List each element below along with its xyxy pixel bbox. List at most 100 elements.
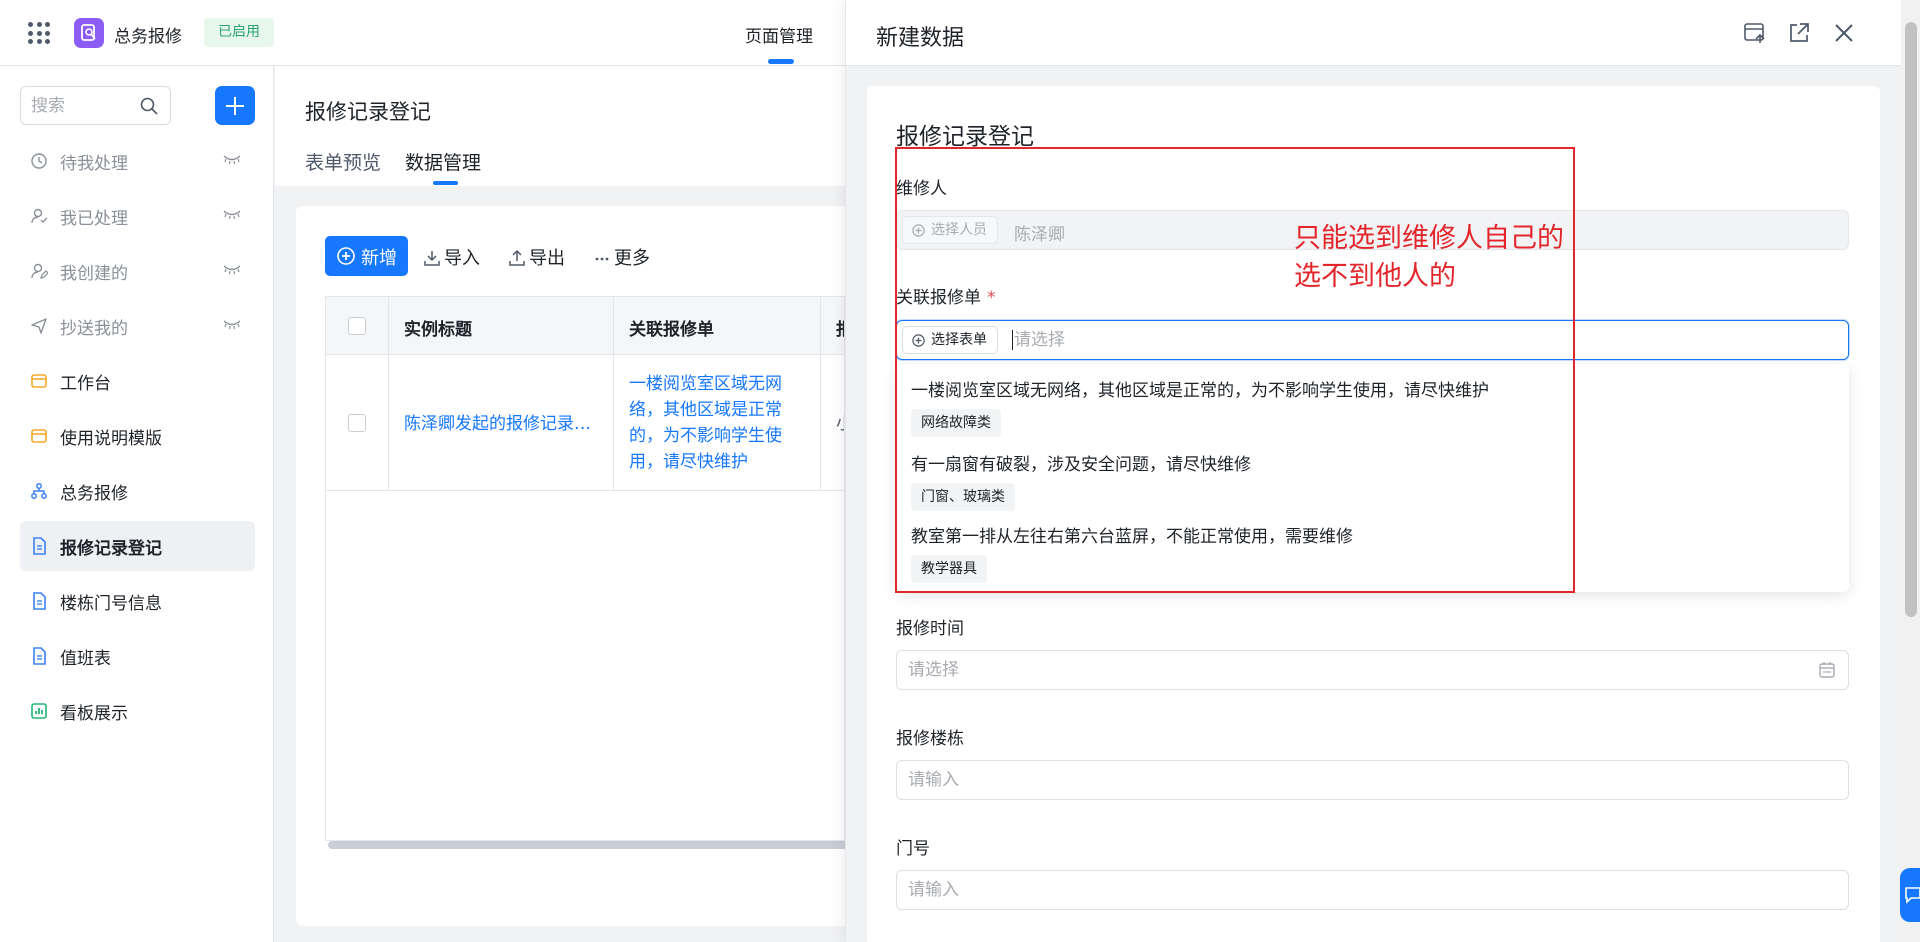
column-header-related-order[interactable]: 关联报修单 [629,315,714,340]
column-header-title[interactable]: 实例标题 [404,315,472,340]
building-label: 报修楼栋 [896,729,964,749]
horizontal-scrollbar[interactable] [328,841,848,849]
form-icon [33,647,46,665]
new-button-label: 新增 [361,248,397,269]
sidebar-item-label: 看板展示 [60,704,128,724]
table-cell-title[interactable]: 陈泽卿发起的报修记录登记 [404,409,602,434]
vertical-scrollbar[interactable] [1905,22,1917,617]
hidden-eye-icon[interactable] [223,264,241,274]
building-field[interactable] [896,760,1849,800]
row-divider [326,490,844,491]
search-input[interactable] [31,96,141,116]
hidden-eye-icon[interactable] [223,154,241,164]
ellipsis-icon [595,257,609,261]
page-title: 报修记录登记 [305,100,431,124]
door-label: 门号 [896,839,930,859]
sidebar-item-general-repair[interactable]: 总务报修 [20,466,255,516]
row-checkbox[interactable] [348,414,366,432]
tab-page-management[interactable]: 页面管理 [745,22,813,47]
sidebar-item-label: 值班表 [60,649,111,669]
sidebar-item-handled[interactable]: 我已处理 [20,191,255,241]
tab-data-management[interactable]: 数据管理 [405,148,481,175]
sidebar-item-repair-record[interactable]: 报修记录登记 [20,521,255,571]
active-tab-indicator [433,181,458,185]
workspace-icon [31,374,47,388]
folder-icon [31,429,47,443]
column-header-clipped[interactable]: 报 [836,315,844,340]
sidebar: 待我处理 我已处理 我创建的 抄送我的 工作台 使用说明模版 总务报修 报修记录… [0,66,274,942]
plus-circle-icon [337,247,355,265]
open-external-icon[interactable] [1786,20,1812,46]
sidebar-item-workspace[interactable]: 工作台 [20,356,255,406]
chat-float-button[interactable] [1900,868,1920,922]
sidebar-item-pending[interactable]: 待我处理 [20,136,255,186]
status-badge: 已启用 [204,18,274,47]
hidden-eye-icon[interactable] [223,209,241,219]
sidebar-search[interactable] [20,86,171,125]
sidebar-item-label: 使用说明模版 [60,429,162,449]
sidebar-item-cc[interactable]: 抄送我的 [20,301,255,351]
sidebar-item-label: 总务报修 [60,484,128,504]
repair-time-label: 报修时间 [896,619,964,639]
door-field[interactable] [896,870,1849,910]
clock-icon [31,153,47,169]
flow-icon [31,483,47,499]
import-button[interactable]: 导入 [424,244,480,270]
save-draft-icon[interactable] [1742,20,1768,46]
sidebar-item-label: 待我处理 [60,154,128,174]
annotation-line: 选不到他人的 [1294,261,1456,292]
send-icon [31,318,47,334]
data-table: 实例标题 关联报修单 报 陈泽卿发起的报修记录登记 一楼阅览室区域无网络，其他区… [325,296,845,841]
hidden-eye-icon[interactable] [223,319,241,329]
sidebar-item-label: 楼栋门号信息 [60,594,162,614]
table-cell-related-order[interactable]: 一楼阅览室区域无网络，其他区域是正常的，为不影响学生使用，请尽快维护 [629,371,799,475]
user-edit-icon [31,263,48,279]
building-input[interactable] [908,770,1788,790]
column-divider [613,297,614,491]
sidebar-item-label: 抄送我的 [60,319,128,339]
annotation-text: 只能选到维修人自己的 选不到他人的 [1294,220,1564,296]
annotation-line: 只能选到维修人自己的 [1294,223,1564,254]
sidebar-item-manual[interactable]: 使用说明模版 [20,411,255,461]
repair-time-input[interactable] [908,660,1788,680]
more-button[interactable]: 更多 [594,244,650,270]
user-check-icon [31,208,48,224]
drawer-header: 新建数据 [846,0,1901,66]
sidebar-item-created[interactable]: 我创建的 [20,246,255,296]
download-icon [424,251,440,266]
form-icon [33,537,46,555]
form-icon [33,592,46,610]
add-page-button[interactable] [215,86,255,125]
app-logo-icon [74,18,104,48]
sidebar-item-building-info[interactable]: 楼栋门号信息 [20,576,255,626]
column-divider [388,297,389,491]
search-icon[interactable] [140,97,158,115]
repair-time-field[interactable] [896,650,1849,690]
more-label: 更多 [614,248,650,269]
apps-grid-icon[interactable] [28,22,50,44]
sidebar-item-duty-roster[interactable]: 值班表 [20,631,255,681]
sidebar-item-label: 工作台 [60,374,111,394]
dashboard-icon [31,703,47,719]
new-record-button[interactable]: 新增 [325,236,408,276]
table-header: 实例标题 关联报修单 报 [326,297,844,355]
active-tab-indicator [768,59,794,64]
sidebar-item-label: 我已处理 [60,209,128,229]
tab-form-preview[interactable]: 表单预览 [305,148,381,175]
upload-icon [509,249,525,266]
door-input[interactable] [908,880,1788,900]
chat-icon [1905,887,1920,904]
sidebar-item-label: 我创建的 [60,264,128,284]
calendar-icon[interactable] [1818,661,1836,679]
form-title: 报修记录登记 [896,124,1034,150]
new-record-drawer: 新建数据 报修记录登记 维修人 选择人员 陈泽卿 关联报修单* 选择表单 一楼阅… [845,0,1920,942]
sidebar-item-dashboard[interactable]: 看板展示 [20,686,255,736]
close-icon[interactable] [1831,20,1857,46]
top-bar: 总务报修 已启用 页面管理 [0,0,845,66]
annotation-box [895,147,1575,593]
export-label: 导出 [529,248,565,269]
sidebar-item-label: 报修记录登记 [60,539,162,559]
select-all-checkbox[interactable] [348,317,366,335]
table-cell-clipped: 小 [836,409,844,434]
export-button[interactable]: 导出 [509,244,565,270]
